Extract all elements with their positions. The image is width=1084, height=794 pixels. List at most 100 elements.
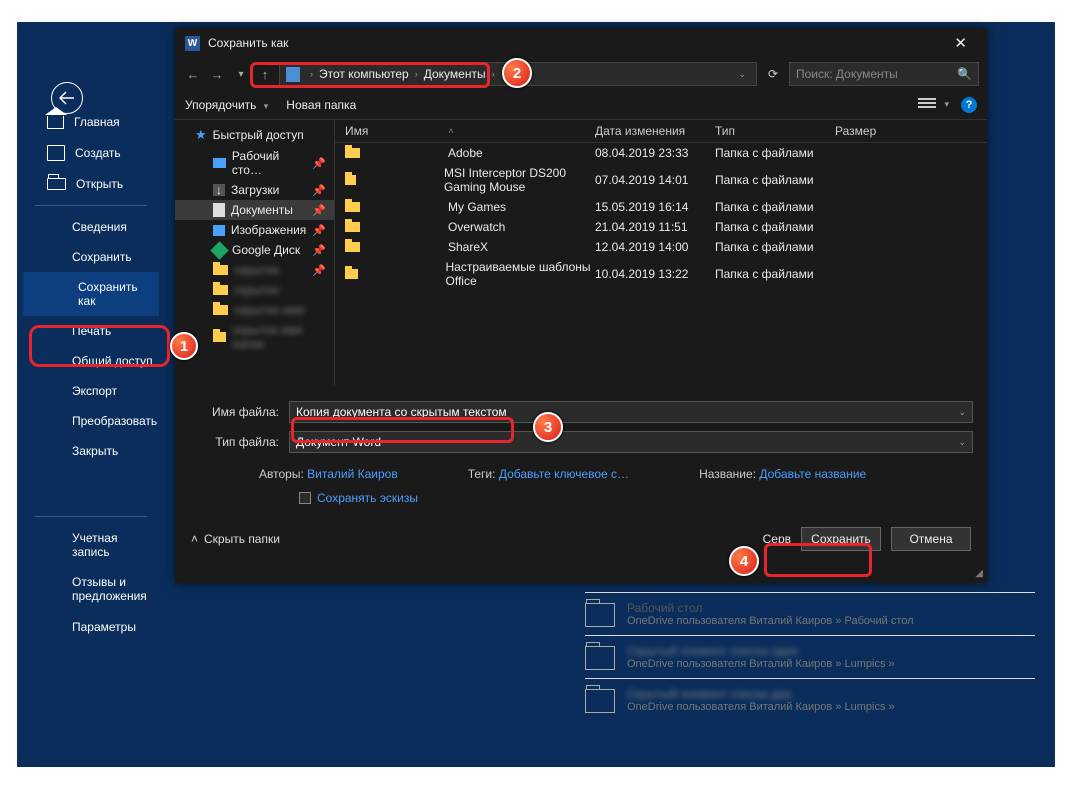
help-button[interactable]: ?: [961, 97, 977, 113]
refresh-button[interactable]: ⟳: [761, 67, 785, 81]
star-icon: ★: [195, 127, 207, 143]
checkbox-icon[interactable]: [299, 492, 311, 504]
hide-folders-button[interactable]: ˄Скрыть папки: [191, 532, 280, 546]
tree-quick-access[interactable]: ★Быстрый доступ: [175, 124, 334, 146]
cancel-button[interactable]: Отмена: [891, 527, 971, 551]
nav-label: Преобразовать: [72, 414, 157, 428]
file-type: Папка с файлами: [715, 267, 835, 281]
nav-label: Печать: [72, 324, 111, 338]
col-name[interactable]: Имя˄: [345, 124, 595, 138]
nav-back-button[interactable]: ←: [183, 67, 203, 82]
nav-print[interactable]: Печать: [17, 316, 165, 346]
folder-icon: [345, 202, 360, 212]
tree-downloads[interactable]: ↓Загрузки📌: [175, 180, 334, 200]
nav-save[interactable]: Сохранить: [17, 242, 165, 272]
file-row[interactable]: My Games15.05.2019 16:14Папка с файлами: [335, 197, 987, 217]
nav-export[interactable]: Экспорт: [17, 376, 165, 406]
chevron-down-icon[interactable]: ⌄: [958, 407, 966, 418]
nav-label: Учетная запись: [72, 531, 155, 559]
folder-icon: [345, 175, 356, 185]
resize-grip-icon[interactable]: ◢: [975, 568, 983, 579]
nav-history-button[interactable]: ▾: [231, 69, 251, 80]
search-input[interactable]: Поиск: Документы 🔍: [789, 62, 979, 86]
recent-title: Скрытый элемент списка один: [627, 644, 895, 658]
nav-home[interactable]: Главная: [17, 107, 165, 137]
nav-label: Параметры: [72, 620, 136, 634]
file-row[interactable]: Настраиваемые шаблоны Office10.04.2019 1…: [335, 257, 987, 291]
close-button[interactable]: ✕: [944, 32, 977, 54]
dialog-titlebar: W Сохранить как ✕: [175, 28, 987, 58]
folder-icon: [345, 269, 358, 279]
tags-value[interactable]: Добавьте ключевое с…: [499, 467, 629, 481]
tree-pictures[interactable]: Изображения📌: [175, 220, 334, 240]
file-name: MSI Interceptor DS200 Gaming Mouse: [444, 166, 595, 194]
recent-item[interactable]: Скрытый элемент списка дваOneDrive польз…: [585, 678, 1035, 721]
filetype-select[interactable]: Документ Word⌄: [289, 431, 973, 453]
title-value[interactable]: Добавьте название: [759, 467, 866, 481]
gdrive-icon: [210, 241, 228, 259]
nav-close[interactable]: Закрыть: [17, 436, 165, 466]
dialog-toolbar: Упорядочить ▾ Новая папка ▾ ?: [175, 90, 987, 120]
tree-documents[interactable]: Документы📌: [175, 200, 334, 220]
nav-up-button[interactable]: ↑: [255, 67, 275, 82]
recent-path: OneDrive пользователя Виталий Каиров » Р…: [627, 615, 914, 627]
nav-info[interactable]: Сведения: [17, 212, 165, 242]
folder-icon: [213, 265, 228, 275]
desktop-icon: [213, 158, 226, 168]
file-name: Adobe: [448, 146, 483, 160]
tree-item-blurred[interactable]: скрытое имя: [175, 300, 334, 320]
recent-item[interactable]: Скрытый элемент списка одинOneDrive поль…: [585, 635, 1035, 678]
tree-gdrive[interactable]: Google Диск📌: [175, 240, 334, 260]
nav-forward-button[interactable]: →: [207, 67, 227, 82]
tree-item-blurred[interactable]: скрытое📌: [175, 260, 334, 280]
nav-new[interactable]: Создать: [17, 137, 165, 169]
chevron-down-icon[interactable]: ⌄: [958, 437, 966, 448]
organize-button[interactable]: Упорядочить ▾: [185, 98, 272, 112]
tree-desktop[interactable]: Рабочий сто…📌: [175, 146, 334, 180]
navigation-bar: ← → ▾ ↑ › Этот компьютер › Документы › ⌄…: [175, 58, 987, 90]
nav-feedback[interactable]: Отзывы и предложения: [17, 567, 165, 612]
tools-button[interactable]: Серв: [763, 532, 791, 546]
nav-account[interactable]: Учетная запись: [17, 523, 165, 567]
file-name: My Games: [448, 200, 506, 214]
nav-options[interactable]: Параметры: [17, 612, 165, 642]
recent-list: Рабочий столOneDrive пользователя Витали…: [585, 577, 1055, 721]
new-folder-button[interactable]: Новая папка: [286, 98, 356, 112]
breadcrumb-pc[interactable]: Этот компьютер: [319, 67, 409, 81]
new-icon: [47, 145, 65, 161]
folder-icon: [585, 689, 615, 713]
save-thumbnails-label: Сохранять эскизы: [317, 491, 418, 505]
nav-label: Сведения: [72, 220, 127, 234]
save-button[interactable]: Сохранить: [801, 527, 881, 551]
nav-share[interactable]: Общий доступ: [17, 346, 165, 376]
file-row[interactable]: MSI Interceptor DS200 Gaming Mouse07.04.…: [335, 163, 987, 197]
view-button[interactable]: ▾: [918, 98, 953, 112]
col-size[interactable]: Размер: [835, 124, 905, 138]
chevron-down-icon[interactable]: ⌄: [734, 69, 750, 80]
filename-value: Копия документа со скрытым текстом: [296, 405, 507, 419]
nav-tree: ★Быстрый доступ Рабочий сто…📌 ↓Загрузки📌…: [175, 120, 335, 385]
file-row[interactable]: Adobe08.04.2019 23:33Папка с файлами: [335, 143, 987, 163]
folder-open-icon: [47, 178, 66, 190]
nav-transform[interactable]: Преобразовать: [17, 406, 165, 436]
breadcrumb-documents[interactable]: Документы: [424, 67, 486, 81]
col-type[interactable]: Тип: [715, 124, 835, 138]
address-bar[interactable]: › Этот компьютер › Документы › ⌄: [279, 62, 757, 86]
downloads-icon: ↓: [213, 184, 225, 196]
file-name: Overwatch: [448, 220, 505, 234]
tree-label: скрытое имя папки: [232, 323, 326, 351]
file-row[interactable]: Overwatch21.04.2019 11:51Папка с файлами: [335, 217, 987, 237]
tree-item-blurred[interactable]: скрытое имя папки: [175, 320, 334, 354]
save-as-dialog: W Сохранить как ✕ ← → ▾ ↑ › Этот компьют…: [175, 28, 987, 583]
nav-save-as[interactable]: Сохранить как: [23, 272, 159, 316]
save-thumbnails-row[interactable]: Сохранять эскизы: [189, 491, 973, 505]
folder-icon: [585, 646, 615, 670]
recent-item[interactable]: Рабочий столOneDrive пользователя Витали…: [585, 592, 1035, 635]
col-date[interactable]: Дата изменения: [595, 124, 715, 138]
file-row[interactable]: ShareX12.04.2019 14:00Папка с файлами: [335, 237, 987, 257]
chevron-right-icon: ›: [488, 69, 499, 79]
nav-open[interactable]: Открыть: [17, 169, 165, 199]
tree-item-blurred[interactable]: скрытое: [175, 280, 334, 300]
authors-value[interactable]: Виталий Каиров: [307, 467, 398, 481]
filename-input[interactable]: Копия документа со скрытым текстом ⌄: [289, 401, 973, 423]
